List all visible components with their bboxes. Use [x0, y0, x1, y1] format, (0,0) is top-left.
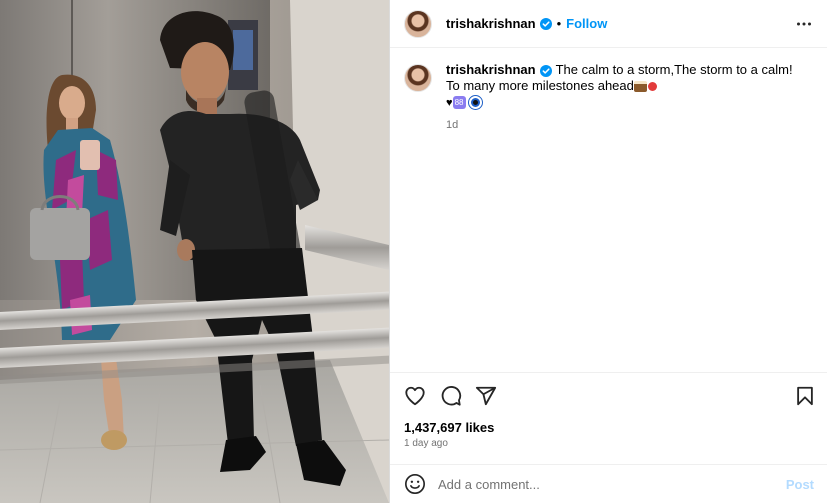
caption-line-2: To many more milestones ahead [446, 78, 634, 93]
caption-line-2-wrap: To many more milestones ahead [446, 78, 793, 94]
header-separator: • [556, 16, 562, 31]
comment-bar: Post [390, 464, 827, 503]
heart-icon[interactable] [404, 385, 426, 407]
post-caption: trishakrishnan The calm to a storm,The s… [404, 62, 824, 133]
post-details-panel: trishakrishnan • Follow trishakrishnan T… [389, 0, 827, 503]
post-header: trishakrishnan • Follow [390, 0, 827, 48]
smile-icon[interactable] [404, 473, 426, 495]
caption-body: trishakrishnan The calm to a storm,The s… [446, 62, 793, 133]
caption-username[interactable]: trishakrishnan [446, 62, 536, 77]
caption-emoji-line: ♥ 88 [446, 94, 793, 111]
elevator-selfie-image [0, 0, 389, 503]
verified-badge-icon [539, 17, 552, 30]
comment-input[interactable] [438, 476, 768, 492]
likes-count[interactable]: 1,437,697 likes [404, 420, 494, 435]
follow-button[interactable]: Follow [566, 16, 607, 31]
post-comment-button[interactable]: Post [786, 477, 814, 492]
cake-emoji-icon [633, 81, 647, 93]
heart-emoji-icon: ♥ [446, 97, 453, 109]
more-options-icon[interactable] [796, 16, 812, 32]
action-bar [390, 372, 827, 417]
bookmark-icon[interactable] [794, 385, 816, 407]
caption-timestamp[interactable]: 1d [446, 117, 793, 133]
infinity-emoji-icon: 88 [452, 96, 466, 110]
nazar-emoji-icon [468, 96, 482, 110]
caption-avatar[interactable] [404, 64, 432, 92]
lollipop-emoji-icon [647, 82, 657, 92]
caption-line-1: The calm to a storm,The storm to a calm! [555, 62, 793, 77]
author-username[interactable]: trishakrishnan [446, 16, 536, 31]
verified-badge-icon [539, 64, 552, 77]
post-photo[interactable] [0, 0, 389, 503]
comment-icon[interactable] [440, 385, 462, 407]
share-icon[interactable] [475, 385, 497, 407]
post-age: 1 day ago [404, 438, 448, 449]
author-avatar[interactable] [404, 9, 432, 38]
